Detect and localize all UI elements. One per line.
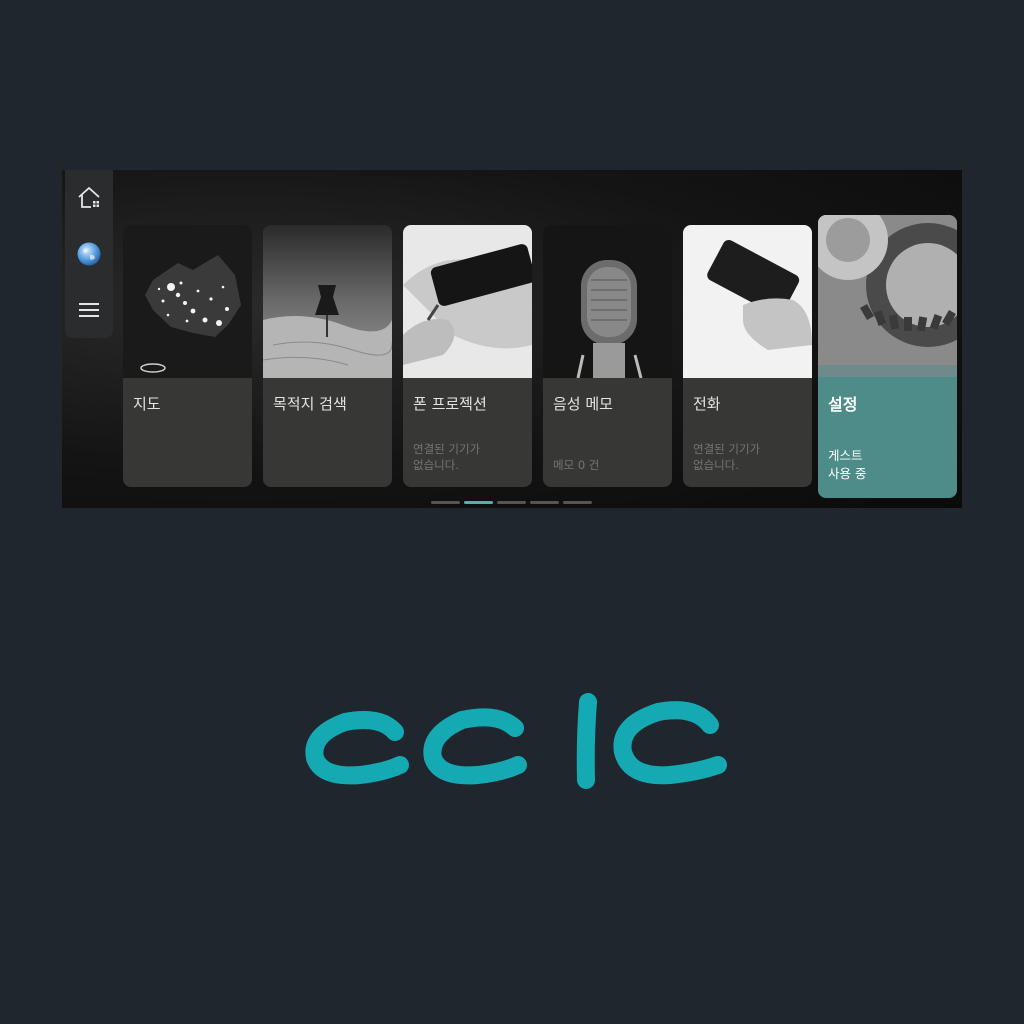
menu-icon [79, 303, 99, 317]
cclc-logo: cclc [305, 693, 727, 789]
card-phone[interactable]: 전화 연결된 기기가 없습니다. [683, 225, 812, 487]
card-status: 연결된 기기가 없습니다. [413, 441, 480, 473]
card-map[interactable]: 지도 [123, 225, 252, 487]
card-phone-projection[interactable]: 폰 프로젝션 연결된 기기가 없습니다. [403, 225, 532, 487]
page-indicator [431, 501, 592, 504]
home-icon [78, 187, 100, 208]
card-title: 음성 메모 [553, 395, 613, 413]
card-status-line: 사용 중 [828, 466, 867, 481]
card-title: 전화 [693, 395, 721, 413]
card-status-line: 연결된 기기가 [413, 442, 481, 456]
card-voice-memo[interactable]: 음성 메모 메모 0 건 [543, 225, 672, 487]
card-status-line: 연결된 기기가 [693, 442, 761, 456]
korea-night-map-image [123, 225, 252, 378]
globe-icon [77, 242, 101, 266]
card-status: 연결된 기기가 없습니다. [693, 441, 760, 473]
card-status-line: 게스트 [828, 448, 863, 463]
car-infotainment-screen: 지도 목적지 검색 폰 프로젝션 연결된 기기가 없습니다. 음성 메모 메모 … [62, 170, 962, 508]
studio-microphone-image [543, 225, 672, 378]
page-dot[interactable] [431, 501, 460, 504]
page-dot[interactable] [497, 501, 526, 504]
card-status-line: 없습니다. [693, 458, 739, 472]
guest-status: 게스트 사용 중 [828, 447, 866, 483]
card-title: 목적지 검색 [273, 395, 347, 413]
card-destination-search[interactable]: 목적지 검색 [263, 225, 392, 487]
hand-holding-phone-image [403, 225, 532, 378]
side-rail [65, 170, 113, 338]
card-title: 폰 프로젝션 [413, 395, 487, 413]
gears-image [818, 215, 957, 377]
menu-button[interactable] [73, 294, 105, 326]
home-button[interactable] [73, 182, 105, 214]
page-dot-active[interactable] [464, 501, 493, 504]
card-settings[interactable]: 설정 게스트 사용 중 [818, 215, 957, 498]
page-dot[interactable] [563, 501, 592, 504]
memo-count: 메모 0 건 [553, 458, 600, 472]
card-title: 설정 [828, 395, 858, 414]
page-dot[interactable] [530, 501, 559, 504]
card-status-line: 없습니다. [413, 458, 459, 472]
pushpin-on-map-image [263, 225, 392, 378]
globe-button[interactable] [73, 238, 105, 270]
card-title: 지도 [133, 395, 161, 413]
hand-holding-phone-image [683, 225, 812, 378]
